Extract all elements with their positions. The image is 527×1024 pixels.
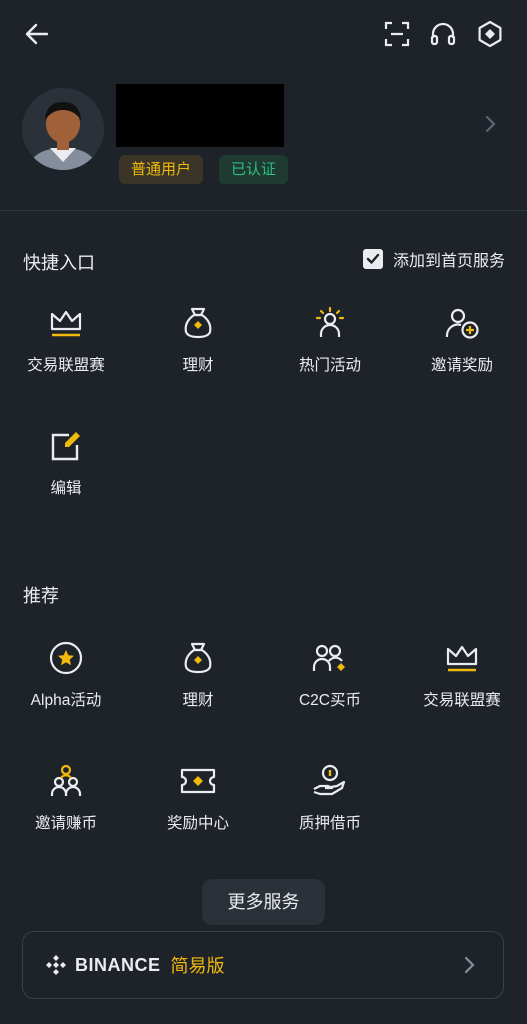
recommended-label: 邀请赚币 (34, 815, 97, 832)
recommended-label: 奖励中心 (166, 815, 229, 832)
shortcut-item-league[interactable]: 交易联盟赛 (0, 303, 132, 375)
shortcut-item-invite-rewards[interactable]: 邀请奖励 (396, 303, 527, 375)
settings-button[interactable] (473, 17, 507, 51)
scan-icon (384, 21, 410, 47)
crown-icon (50, 310, 82, 337)
checkbox[interactable] (362, 249, 383, 269)
shortcut-item-edit[interactable]: 编辑 (0, 426, 132, 498)
money-bag-icon (184, 642, 212, 674)
hand-coin-icon (313, 764, 346, 796)
user-level-badge: 普通用户 (119, 155, 204, 184)
redacted-username (116, 84, 284, 147)
shortcut-label: 交易联盟赛 (27, 357, 105, 374)
shortcut-item-earn[interactable]: 理财 (132, 303, 264, 375)
crown-icon (446, 645, 478, 672)
brand-name: BINANCE (75, 954, 161, 975)
hexagon-settings-icon (478, 20, 502, 48)
recommended-item-loan[interactable]: 质押借币 (264, 761, 396, 833)
add-to-home-toggle[interactable]: 添加到首页服务 (362, 247, 505, 271)
back-button[interactable] (20, 17, 54, 51)
more-services-button[interactable]: 更多服务 (202, 879, 325, 925)
profile-chevron-button[interactable] (478, 112, 502, 136)
add-user-icon (445, 308, 479, 339)
binance-lite-card[interactable]: BINANCE 简易版 (22, 931, 504, 999)
recommended-item-c2c[interactable]: C2C买币 (264, 638, 396, 710)
chevron-right-icon (485, 115, 496, 133)
lite-label: 简易版 (170, 956, 225, 976)
support-button[interactable] (426, 17, 460, 51)
divider (0, 210, 527, 211)
recommended-title: 推荐 (23, 586, 59, 606)
check-icon (366, 253, 380, 264)
recommended-label: Alpha活动 (30, 692, 102, 709)
recommended-item-invite-earn[interactable]: 邀请赚币 (0, 761, 132, 833)
verified-badge: 已认证 (219, 155, 289, 184)
recommended-label: 理财 (182, 692, 214, 709)
binance-logo-icon (46, 955, 66, 975)
shortcut-label: 邀请奖励 (430, 357, 493, 374)
recommended-label: C2C买币 (298, 692, 361, 709)
star-circle-icon (49, 641, 83, 675)
shortcut-label: 编辑 (50, 480, 82, 497)
avatar[interactable] (22, 88, 104, 170)
money-bag-icon (184, 307, 212, 339)
add-to-home-label: 添加到首页服务 (392, 253, 505, 270)
arrow-left-icon (25, 23, 49, 45)
recommended-item-earn[interactable]: 理财 (132, 638, 264, 710)
shortcut-label: 热门活动 (298, 357, 361, 374)
edit-icon (51, 432, 80, 461)
group-icon (50, 764, 82, 796)
recommended-label: 交易联盟赛 (423, 692, 501, 709)
brand: BINANCE 简易版 (45, 932, 225, 998)
recommended-item-league[interactable]: 交易联盟赛 (396, 638, 527, 710)
scan-button[interactable] (380, 17, 414, 51)
footer-chevron (457, 953, 481, 977)
shortcut-item-hot-events[interactable]: 热门活动 (264, 303, 396, 375)
headset-icon (430, 22, 456, 46)
sun-person-icon (315, 306, 345, 337)
shortcuts-title: 快捷入口 (23, 253, 95, 273)
recommended-item-reward-center[interactable]: 奖励中心 (132, 761, 264, 833)
users-diamond-icon (312, 644, 345, 671)
shortcut-label: 理财 (182, 357, 214, 374)
chevron-right-icon (464, 956, 475, 974)
ticket-icon (180, 768, 216, 794)
recommended-label: 质押借币 (298, 815, 361, 832)
recommended-item-alpha[interactable]: Alpha活动 (0, 638, 132, 710)
